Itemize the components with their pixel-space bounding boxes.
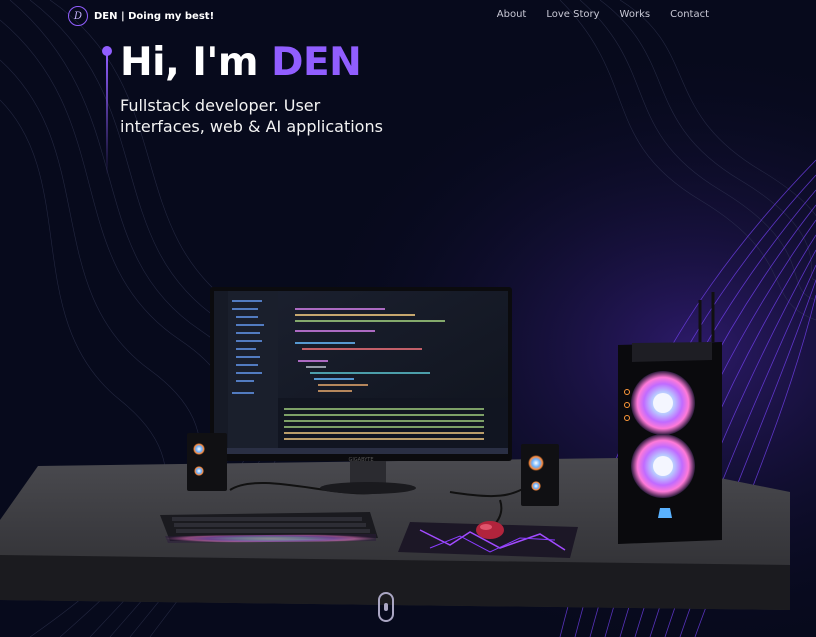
mouse bbox=[476, 521, 504, 539]
scroll-mouse-icon[interactable] bbox=[378, 592, 394, 622]
scroll-dot bbox=[384, 603, 388, 611]
left-speaker bbox=[187, 433, 227, 491]
computer-desk-scene: GIGABYTE bbox=[0, 287, 790, 610]
monitor-brand: GIGABYTE bbox=[348, 457, 373, 463]
right-speaker bbox=[521, 444, 559, 506]
